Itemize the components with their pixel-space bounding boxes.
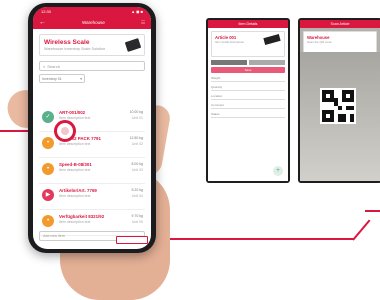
item-weight: 8.00 kg	[131, 162, 143, 166]
item-unit: Unit 02	[131, 142, 143, 146]
add-fab-icon[interactable]: +	[273, 166, 283, 176]
header-title: Wireless Scale	[44, 39, 90, 46]
status-time: 12:30	[41, 9, 52, 14]
filter-dropdown[interactable]: Inventory 01 ▾	[39, 74, 85, 83]
tab-a[interactable]	[211, 60, 247, 65]
scan-appbar: Scan Article	[300, 20, 380, 28]
field-comment[interactable]: Comment	[211, 102, 285, 109]
callout-line-bottom	[144, 238, 354, 240]
filter-value: Inventory 01	[42, 76, 62, 81]
item-unit: Unit 03	[131, 168, 143, 172]
status-icon: ▶	[42, 189, 54, 201]
scan-screen: Scan Article Warehouse Scan the QR code	[298, 18, 380, 183]
status-icon: •	[42, 163, 54, 175]
item-sub: Item description text	[59, 220, 91, 224]
search-input[interactable]: ⌕ Search	[39, 61, 145, 71]
callout-line-diagonal	[352, 219, 371, 241]
scale-image	[124, 38, 142, 52]
status-icon: ✓	[42, 111, 54, 123]
search-placeholder: Search	[47, 63, 60, 69]
item-title: ART-001/002	[59, 110, 86, 115]
field-weight[interactable]: Weight	[211, 75, 285, 82]
app-title: Warehouse	[82, 20, 105, 25]
item-unit: Unit 01	[131, 116, 143, 120]
chevron-down-icon: ▾	[80, 76, 82, 81]
detail-appbar: Item Details	[208, 20, 288, 28]
phone-screen: 12:30 ▲ ◼ ■ ← Warehouse ☷ Wireless Scale…	[33, 7, 151, 249]
item-sub: Item description text	[59, 168, 91, 172]
arrow-left-icon[interactable]: ←	[39, 19, 46, 26]
qr-code-icon	[320, 88, 356, 124]
callout-line-end	[365, 210, 380, 212]
item-title: Speed-B-08/301	[59, 162, 92, 167]
item-unit: Unit 04	[131, 194, 143, 198]
field-location[interactable]: Location	[211, 93, 285, 100]
status-icons: ▲ ◼ ■	[131, 9, 143, 14]
item-unit: Unit 05	[131, 220, 143, 224]
detail-card: Article 001 Item detail description	[211, 31, 285, 57]
item-weight: 10.00 kg	[129, 110, 143, 114]
status-icon: •	[42, 215, 54, 227]
detail-screen: Item Details Article 001 Item detail des…	[206, 18, 290, 183]
phone: 12:30 ▲ ◼ ■ ← Warehouse ☷ Wireless Scale…	[28, 3, 156, 253]
item-title: Verfügbarkeit 8321/92	[59, 214, 105, 219]
item-title: Artikelnr/Art. 7769	[59, 188, 97, 193]
field-quantity[interactable]: Quantity	[211, 84, 285, 91]
item-weight: 9.70 kg	[131, 214, 143, 218]
status-icon: •	[42, 137, 54, 149]
header-subtitle: Warehouse Inventory Scale Solution	[44, 47, 106, 51]
tab-b[interactable]	[249, 60, 285, 65]
scan-card-sub: Scan the QR code	[307, 40, 332, 44]
detail-tabs	[211, 60, 285, 65]
list-item[interactable]: ▶ Artikelnr/Art. 7769 Item description t…	[39, 183, 145, 210]
grid-icon[interactable]: ☷	[141, 20, 145, 26]
status-bar: 12:30 ▲ ◼ ■	[33, 7, 151, 16]
app-bar: ← Warehouse ☷	[33, 16, 151, 29]
item-weight: 12.50 kg	[129, 136, 143, 140]
save-button[interactable]: Save	[211, 67, 285, 73]
highlight-bar	[116, 236, 148, 244]
highlight-ring	[54, 120, 76, 142]
item-sub: Item description text	[59, 142, 91, 146]
add-item-label: Add new item	[43, 234, 65, 238]
header-card: Wireless Scale Warehouse Inventory Scale…	[39, 34, 145, 56]
item-weight: 5.20 kg	[131, 188, 143, 192]
field-status[interactable]: Status	[211, 111, 285, 118]
search-icon: ⌕	[43, 63, 46, 69]
item-sub: Item description text	[59, 194, 91, 198]
list-item[interactable]: • Speed-B-08/301 Item description text 8…	[39, 157, 145, 184]
